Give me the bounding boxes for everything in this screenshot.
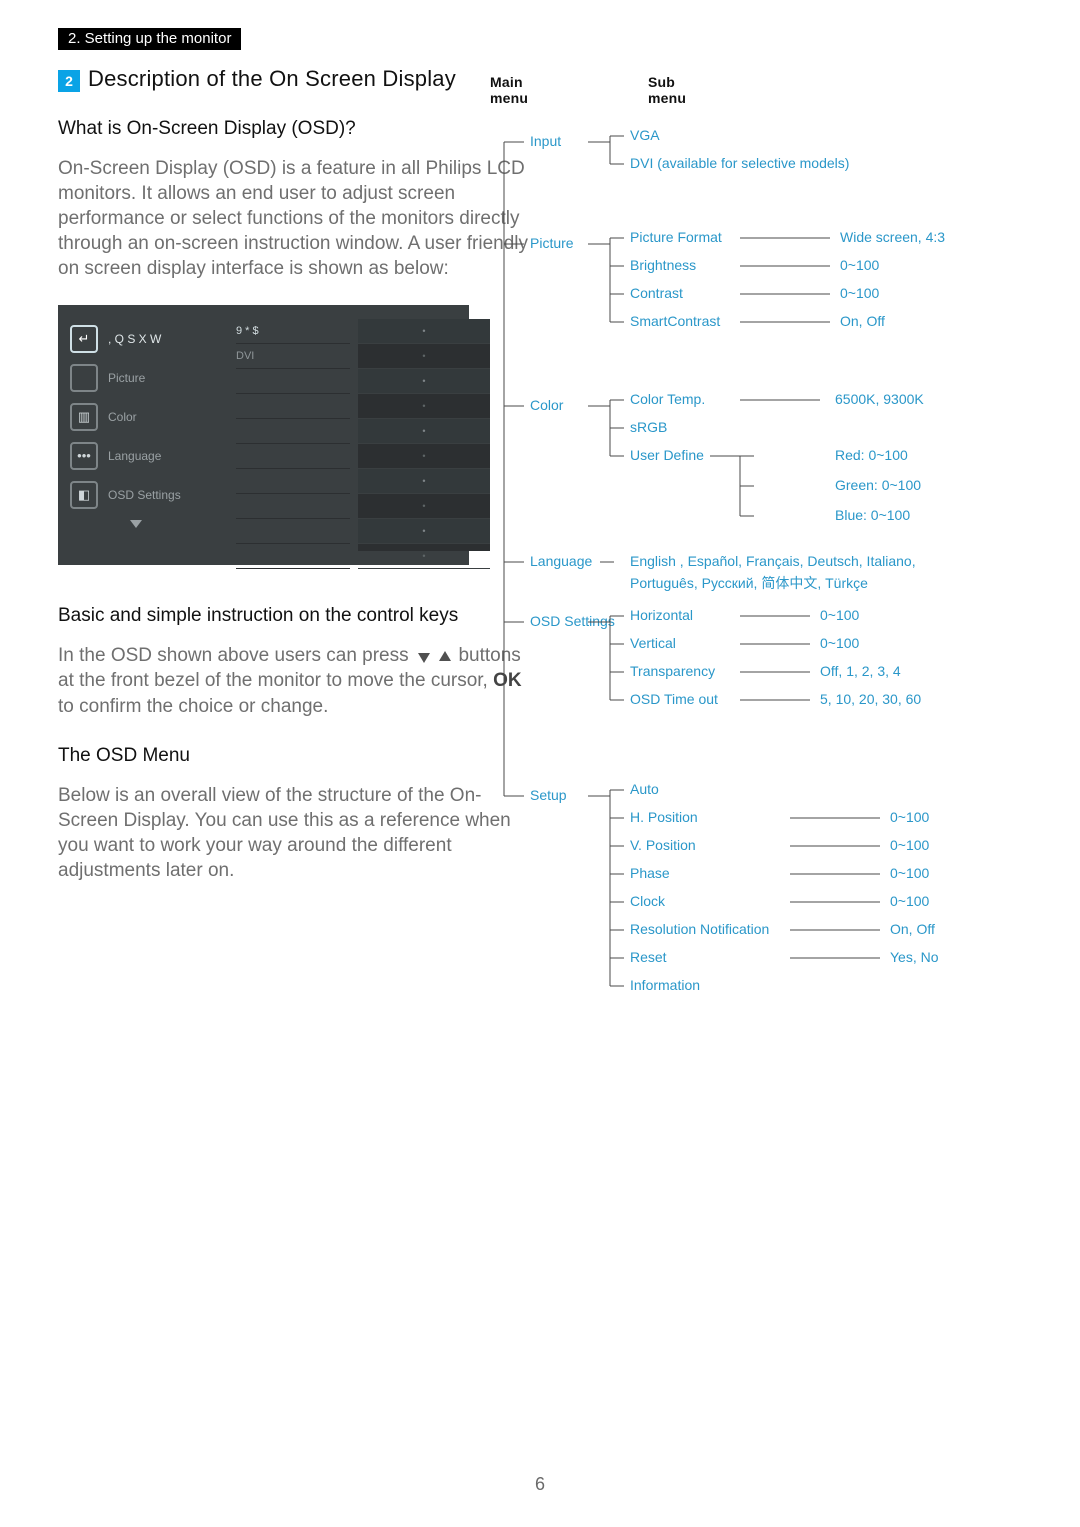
- svg-text:0~100: 0~100: [820, 607, 860, 623]
- page-number: 6: [0, 1474, 1080, 1495]
- osd-mid-blank: [236, 519, 350, 544]
- osd-grid-cell: •: [358, 444, 490, 469]
- osd-side-item: •••Language: [70, 436, 218, 475]
- svg-text:Off, 1, 2, 3, 4: Off, 1, 2, 3, 4: [820, 663, 901, 679]
- heading-osd-menu: The OSD Menu: [58, 745, 532, 767]
- osd-side-icon: ↵: [70, 325, 98, 353]
- body-basic-instruction: In the OSD shown above users can press b…: [58, 643, 532, 718]
- section-title: Description of the On Screen Display: [88, 66, 456, 92]
- svg-text:0~100: 0~100: [890, 893, 930, 909]
- svg-text:Resolution Notification: Resolution Notification: [630, 921, 769, 937]
- svg-text:OSD Time out: OSD Time out: [630, 691, 718, 707]
- svg-text:OSD Settings: OSD Settings: [530, 613, 615, 629]
- basic-pre: In the OSD shown above users can press: [58, 645, 414, 666]
- svg-text:Reset: Reset: [630, 949, 667, 965]
- svg-text:H. Position: H. Position: [630, 809, 698, 825]
- svg-text:Clock: Clock: [630, 893, 666, 909]
- osd-mid-item: DVI: [236, 344, 350, 369]
- osd-mid-blank: [236, 469, 350, 494]
- osd-grid-cell: •: [358, 344, 490, 369]
- svg-text:Yes, No: Yes, No: [890, 949, 939, 965]
- svg-text:Contrast: Contrast: [630, 285, 683, 301]
- osd-side-item: ▥Color: [70, 397, 218, 436]
- svg-text:Brightness: Brightness: [630, 257, 696, 273]
- triangle-up-icon: [439, 651, 451, 661]
- osd-side-icon: •••: [70, 442, 98, 470]
- svg-text:Transparency: Transparency: [630, 663, 715, 679]
- osd-grid-cell: •: [358, 469, 490, 494]
- chapter-bar: 2. Setting up the monitor: [58, 28, 241, 50]
- svg-text:User Define: User Define: [630, 447, 704, 463]
- osd-mid-blank: [236, 394, 350, 419]
- body-osd-menu: Below is an overall view of the structur…: [58, 783, 532, 883]
- svg-text:On, Off: On, Off: [840, 313, 885, 329]
- svg-text:V. Position: V. Position: [630, 837, 696, 853]
- svg-text:Picture Format: Picture Format: [630, 229, 722, 245]
- svg-text:English , Español, Français, D: English , Español, Français, Deutsch, It…: [630, 553, 916, 591]
- svg-text:0~100: 0~100: [840, 257, 880, 273]
- osd-mid-blank: [236, 369, 350, 394]
- osd-side-item: Picture: [70, 358, 218, 397]
- basic-tail: to confirm the choice or change.: [58, 696, 328, 717]
- svg-text:Color Temp.: Color Temp.: [630, 391, 705, 407]
- svg-text:Color: Color: [530, 397, 564, 413]
- svg-text:Input: Input: [530, 133, 561, 149]
- svg-text:0~100: 0~100: [890, 809, 930, 825]
- svg-text:0~100: 0~100: [820, 635, 860, 651]
- body-what-is-osd: On-Screen Display (OSD) is a feature in …: [58, 156, 532, 281]
- osd-menu-tree: Input VGA DVI (available for selective mod…: [490, 110, 1050, 1070]
- svg-text:DVI (available for selective m: DVI (available for selective models): [630, 155, 849, 171]
- osd-mid-blank: [236, 419, 350, 444]
- osd-grid-cell: •: [358, 494, 490, 519]
- osd-screenshot: ↵, Q S X W Picture▥Color•••Language◧OSD …: [58, 305, 469, 565]
- heading-basic-instruction: Basic and simple instruction on the cont…: [58, 605, 532, 627]
- down-up-icons: [414, 643, 453, 668]
- osd-grid-cell: •: [358, 394, 490, 419]
- svg-text:Language: Language: [530, 553, 593, 569]
- osd-side-icon: ▥: [70, 403, 98, 431]
- osd-side-icon: [70, 364, 98, 392]
- osd-side-item: ◧OSD Settings: [70, 475, 218, 514]
- osd-grid-cell: •: [358, 419, 490, 444]
- svg-text:Vertical: Vertical: [630, 635, 676, 651]
- osd-grid-cell: •: [358, 319, 490, 344]
- osd-side-item: ↵, Q S X W: [70, 319, 218, 358]
- svg-text:SmartContrast: SmartContrast: [630, 313, 720, 329]
- svg-text:0~100: 0~100: [890, 837, 930, 853]
- svg-text:Setup: Setup: [530, 787, 567, 803]
- svg-text:Wide screen, 4:3: Wide screen, 4:3: [840, 229, 945, 245]
- tree-header-main: Main menu: [490, 74, 528, 106]
- osd-mid-item: 9 * $: [236, 319, 350, 344]
- osd-grid-cell: •: [358, 369, 490, 394]
- osd-mid-blank: [236, 494, 350, 519]
- osd-side-icon: ◧: [70, 481, 98, 509]
- svg-text:6500K, 9300K: 6500K, 9300K: [835, 391, 924, 407]
- svg-text:Red: 0~100: Red: 0~100: [835, 447, 908, 463]
- heading-what-is-osd: What is On-Screen Display (OSD)?: [58, 118, 532, 140]
- svg-text:Phase: Phase: [630, 865, 670, 881]
- svg-text:On, Off: On, Off: [890, 921, 935, 937]
- svg-text:0~100: 0~100: [890, 865, 930, 881]
- svg-text:Information: Information: [630, 977, 700, 993]
- svg-text:VGA: VGA: [630, 127, 660, 143]
- osd-grid-cell: •: [358, 519, 490, 544]
- section-number-badge: 2: [58, 70, 80, 92]
- svg-text:Picture: Picture: [530, 235, 574, 251]
- svg-text:Horizontal: Horizontal: [630, 607, 693, 623]
- tree-header-sub: Sub menu: [648, 74, 686, 106]
- svg-text:0~100: 0~100: [840, 285, 880, 301]
- svg-text:Blue: 0~100: Blue: 0~100: [835, 507, 910, 523]
- osd-mid-blank: [236, 544, 350, 569]
- osd-mid-blank: [236, 444, 350, 469]
- svg-text:sRGB: sRGB: [630, 419, 667, 435]
- svg-text:5, 10, 20, 30, 60: 5, 10, 20, 30, 60: [820, 691, 921, 707]
- triangle-down-icon: [418, 653, 430, 663]
- osd-grid-cell: •: [358, 544, 490, 569]
- svg-text:Green: 0~100: Green: 0~100: [835, 477, 921, 493]
- svg-text:Auto: Auto: [630, 781, 659, 797]
- osd-down-arrow-icon: [130, 520, 142, 528]
